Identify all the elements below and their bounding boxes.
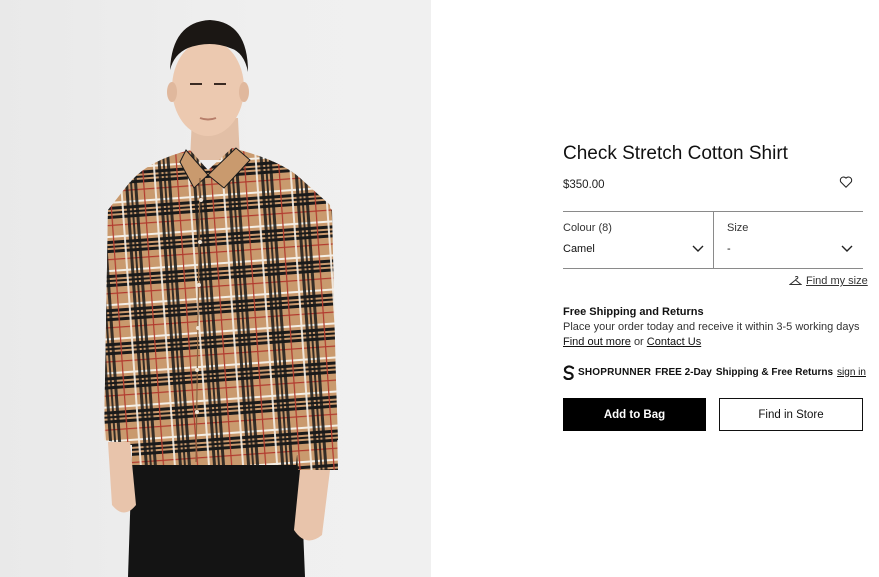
- contact-us-link[interactable]: Contact Us: [647, 336, 701, 348]
- chevron-down-icon: [692, 245, 704, 252]
- product-title: Check Stretch Cotton Shirt: [563, 143, 788, 164]
- shoprunner-banner: SHOPRUNNER FREE 2-Day Shipping & Free Re…: [563, 364, 866, 380]
- hanger-icon: [789, 276, 802, 285]
- shoprunner-text: Shipping & Free Returns: [715, 366, 834, 378]
- heart-icon: [839, 176, 853, 188]
- shipping-links: Find out more or Contact Us: [563, 336, 701, 348]
- shipping-or-text: or: [633, 336, 644, 348]
- product-image: [0, 0, 431, 577]
- shipping-text: Place your order today and receive it wi…: [563, 321, 860, 333]
- wishlist-button[interactable]: [839, 175, 855, 191]
- shoprunner-sign-in-link[interactable]: sign in: [837, 367, 866, 378]
- find-in-store-button[interactable]: Find in Store: [719, 398, 863, 431]
- size-select[interactable]: Size -: [714, 212, 863, 268]
- add-to-bag-button[interactable]: Add to Bag: [563, 398, 706, 431]
- colour-value: Camel: [563, 243, 595, 255]
- find-my-size-link[interactable]: Find my size: [789, 275, 868, 287]
- shoprunner-logo-icon: [563, 364, 575, 380]
- shipping-heading: Free Shipping and Returns: [563, 306, 704, 318]
- find-out-more-link[interactable]: Find out more: [563, 336, 631, 348]
- shoprunner-brand: SHOPRUNNER: [578, 366, 652, 378]
- size-value: -: [727, 243, 731, 255]
- chevron-down-icon: [841, 245, 853, 252]
- colour-label: Colour (8): [563, 222, 612, 234]
- size-label: Size: [727, 222, 749, 234]
- colour-select[interactable]: Colour (8) Camel: [563, 212, 714, 268]
- product-price: $350.00: [563, 179, 605, 191]
- variant-selectors: Colour (8) Camel Size -: [563, 211, 863, 269]
- product-photo-illustration: [104, 20, 338, 577]
- find-my-size-text: Find my size: [806, 275, 868, 287]
- shoprunner-free: FREE 2-Day: [655, 366, 712, 378]
